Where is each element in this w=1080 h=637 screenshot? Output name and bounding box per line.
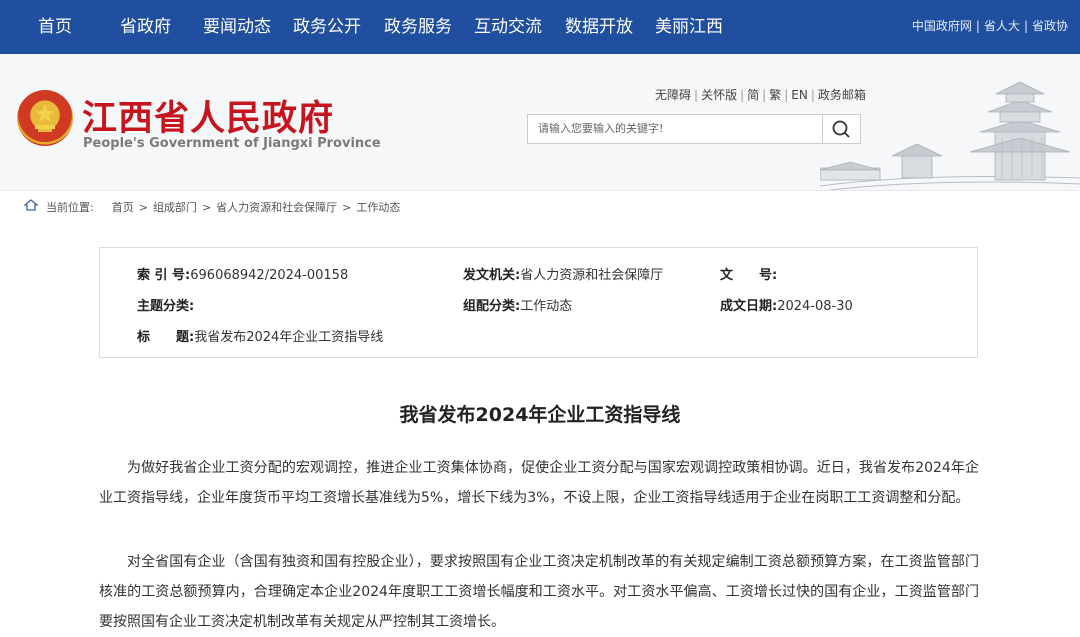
link-china-gov[interactable]: 中国政府网 xyxy=(912,19,972,33)
separator: | xyxy=(975,19,980,33)
link-care-version[interactable]: 关怀版 xyxy=(701,88,737,102)
info-index-number: 索 引 号:696068942/2024-00158 xyxy=(137,264,348,283)
info-title-value: 我省发布2024年企业工资指导线 xyxy=(194,330,384,345)
breadcrumb-home[interactable]: 首页 xyxy=(112,201,134,214)
breadcrumb-separator: > xyxy=(342,201,352,214)
article-title: 我省发布2024年企业工资指导线 xyxy=(399,404,681,426)
separator: | xyxy=(740,88,745,102)
link-provincial-cppcc[interactable]: 省政协 xyxy=(1032,19,1068,33)
nav-item-home[interactable]: 首页 xyxy=(38,0,72,54)
nav-item-provincial-government[interactable]: 省政府 xyxy=(120,0,171,54)
info-date-value: 2024-08-30 xyxy=(777,299,853,314)
info-index-label: 索 引 号: xyxy=(137,268,191,283)
info-date-label: 成文日期: xyxy=(720,299,778,314)
separator: | xyxy=(694,88,699,102)
tengwang-pavilion-illustration xyxy=(820,81,1080,190)
site-subtitle: People's Government of Jiangxi Province xyxy=(83,136,381,151)
nav-item-open-data[interactable]: 数据开放 xyxy=(565,0,633,54)
nav-item-interaction[interactable]: 互动交流 xyxy=(474,0,542,54)
nav-item-gov-affairs-public[interactable]: 政务公开 xyxy=(293,0,361,54)
document-info-box: 索 引 号:696068942/2024-00158 发文机关:省人力资源和社会… xyxy=(99,247,978,358)
info-doc-number: 文 号: xyxy=(720,264,777,283)
breadcrumb: 当前位置: 首页 > 组成部门 > 省人力资源和社会保障厅 > 工作动态 xyxy=(23,199,400,217)
info-topic-label: 主题分类: xyxy=(137,299,195,314)
info-docno-label: 文 号: xyxy=(720,268,778,283)
info-category: 组配分类:工作动态 xyxy=(463,295,572,314)
info-title-label: 标 题: xyxy=(137,330,195,345)
nav-item-gov-services[interactable]: 政务服务 xyxy=(384,0,452,54)
info-issuer-label: 发文机关: xyxy=(463,268,521,283)
article-paragraph-2: 对全省国有企业（含国有独资和国有控股企业），要求按照国有企业工资决定机制改革的有… xyxy=(99,554,979,630)
search-input[interactable]: 请输入您要输入的关键字! xyxy=(527,114,823,144)
separator: | xyxy=(762,88,767,102)
separator: | xyxy=(784,88,789,102)
breadcrumb-separator: > xyxy=(201,201,212,214)
link-traditional[interactable]: 繁 xyxy=(769,88,781,102)
site-title: 江西省人民政府 xyxy=(82,98,335,139)
info-issuer-value: 省人力资源和社会保障厅 xyxy=(520,268,664,283)
info-title: 标 题:我省发布2024年企业工资指导线 xyxy=(137,326,383,345)
link-accessibility[interactable]: 无障碍 xyxy=(655,88,691,102)
info-date: 成文日期:2024-08-30 xyxy=(720,295,853,314)
breadcrumb-departments[interactable]: 组成部门 xyxy=(153,201,197,214)
info-topic: 主题分类: xyxy=(137,295,194,314)
link-english[interactable]: EN xyxy=(791,88,808,102)
breadcrumb-label: 当前位置: xyxy=(46,201,94,214)
nav-item-beautiful-jiangxi[interactable]: 美丽江西 xyxy=(655,0,723,54)
info-index-value: 696068942/2024-00158 xyxy=(190,268,349,283)
info-category-label: 组配分类: xyxy=(463,299,521,314)
breadcrumb-work-news[interactable]: 工作动态 xyxy=(356,201,400,214)
info-issuer: 发文机关:省人力资源和社会保障厅 xyxy=(463,264,663,283)
separator: | xyxy=(1023,19,1028,33)
site-header: 江西省人民政府 People's Government of Jiangxi P… xyxy=(0,54,1080,191)
info-category-value: 工作动态 xyxy=(520,299,573,314)
link-provincial-congress[interactable]: 省人大 xyxy=(984,19,1020,33)
nav-item-news[interactable]: 要闻动态 xyxy=(203,0,271,54)
separator: | xyxy=(810,88,815,102)
top-nav: 首页 省政府 要闻动态 政务公开 政务服务 互动交流 数据开放 美丽江西 中国政… xyxy=(0,0,1080,54)
national-emblem-icon xyxy=(17,90,73,146)
breadcrumb-separator: > xyxy=(138,201,148,214)
article-paragraph-1: 为做好我省企业工资分配的宏观调控，推进企业工资集体协商，促使企业工资分配与国家宏… xyxy=(99,460,979,506)
top-right-links: 中国政府网 | 省人大 | 省政协 xyxy=(912,0,1068,54)
home-icon xyxy=(23,199,39,217)
link-simplified[interactable]: 简 xyxy=(747,88,759,102)
breadcrumb-hrss[interactable]: 省人力资源和社会保障厅 xyxy=(216,201,337,214)
